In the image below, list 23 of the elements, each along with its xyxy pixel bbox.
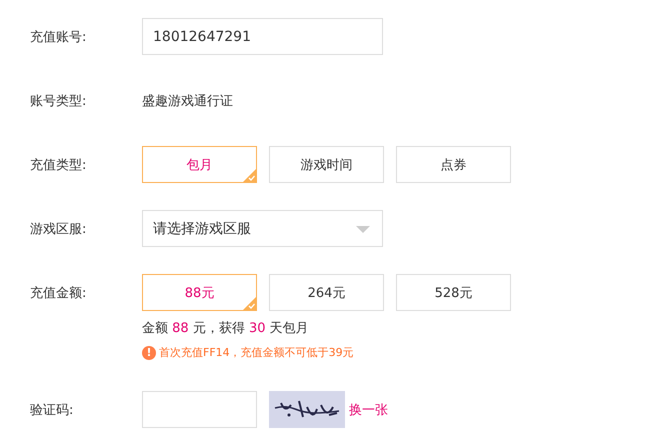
refresh-captcha-link[interactable]: 换一张	[349, 400, 388, 418]
account-type-value: 盛趣游戏通行证	[142, 92, 233, 110]
field-label: 游戏区服:	[30, 220, 88, 238]
field-label: 账号类型:	[30, 92, 88, 110]
dropdown-caret-icon	[356, 226, 370, 233]
option-button[interactable]: 包月	[142, 146, 257, 183]
warning-icon: !	[142, 346, 156, 360]
check-corner-icon	[243, 297, 256, 310]
account-input[interactable]: 18012647291	[142, 18, 383, 55]
check-corner-icon	[243, 169, 256, 182]
option-button[interactable]: 528元	[396, 274, 511, 311]
field-label: 验证码:	[30, 402, 74, 418]
option-button[interactable]: 88元	[142, 274, 257, 311]
field-label: 充值账号:	[30, 28, 88, 46]
amount-summary: 金额 88 元，获得 30 天包月	[142, 320, 310, 338]
option-button[interactable]: 游戏时间	[269, 146, 384, 183]
warning-text: 首次充值FF14，充值金额不可低于39元	[159, 345, 354, 360]
field-label: 充值金额:	[30, 284, 88, 302]
option-button[interactable]: 点券	[396, 146, 511, 183]
server-select[interactable]: 请选择游戏区服	[142, 210, 383, 247]
field-label: 充值类型:	[30, 156, 88, 174]
captcha-input[interactable]	[142, 391, 257, 428]
option-button[interactable]: 264元	[269, 274, 384, 311]
